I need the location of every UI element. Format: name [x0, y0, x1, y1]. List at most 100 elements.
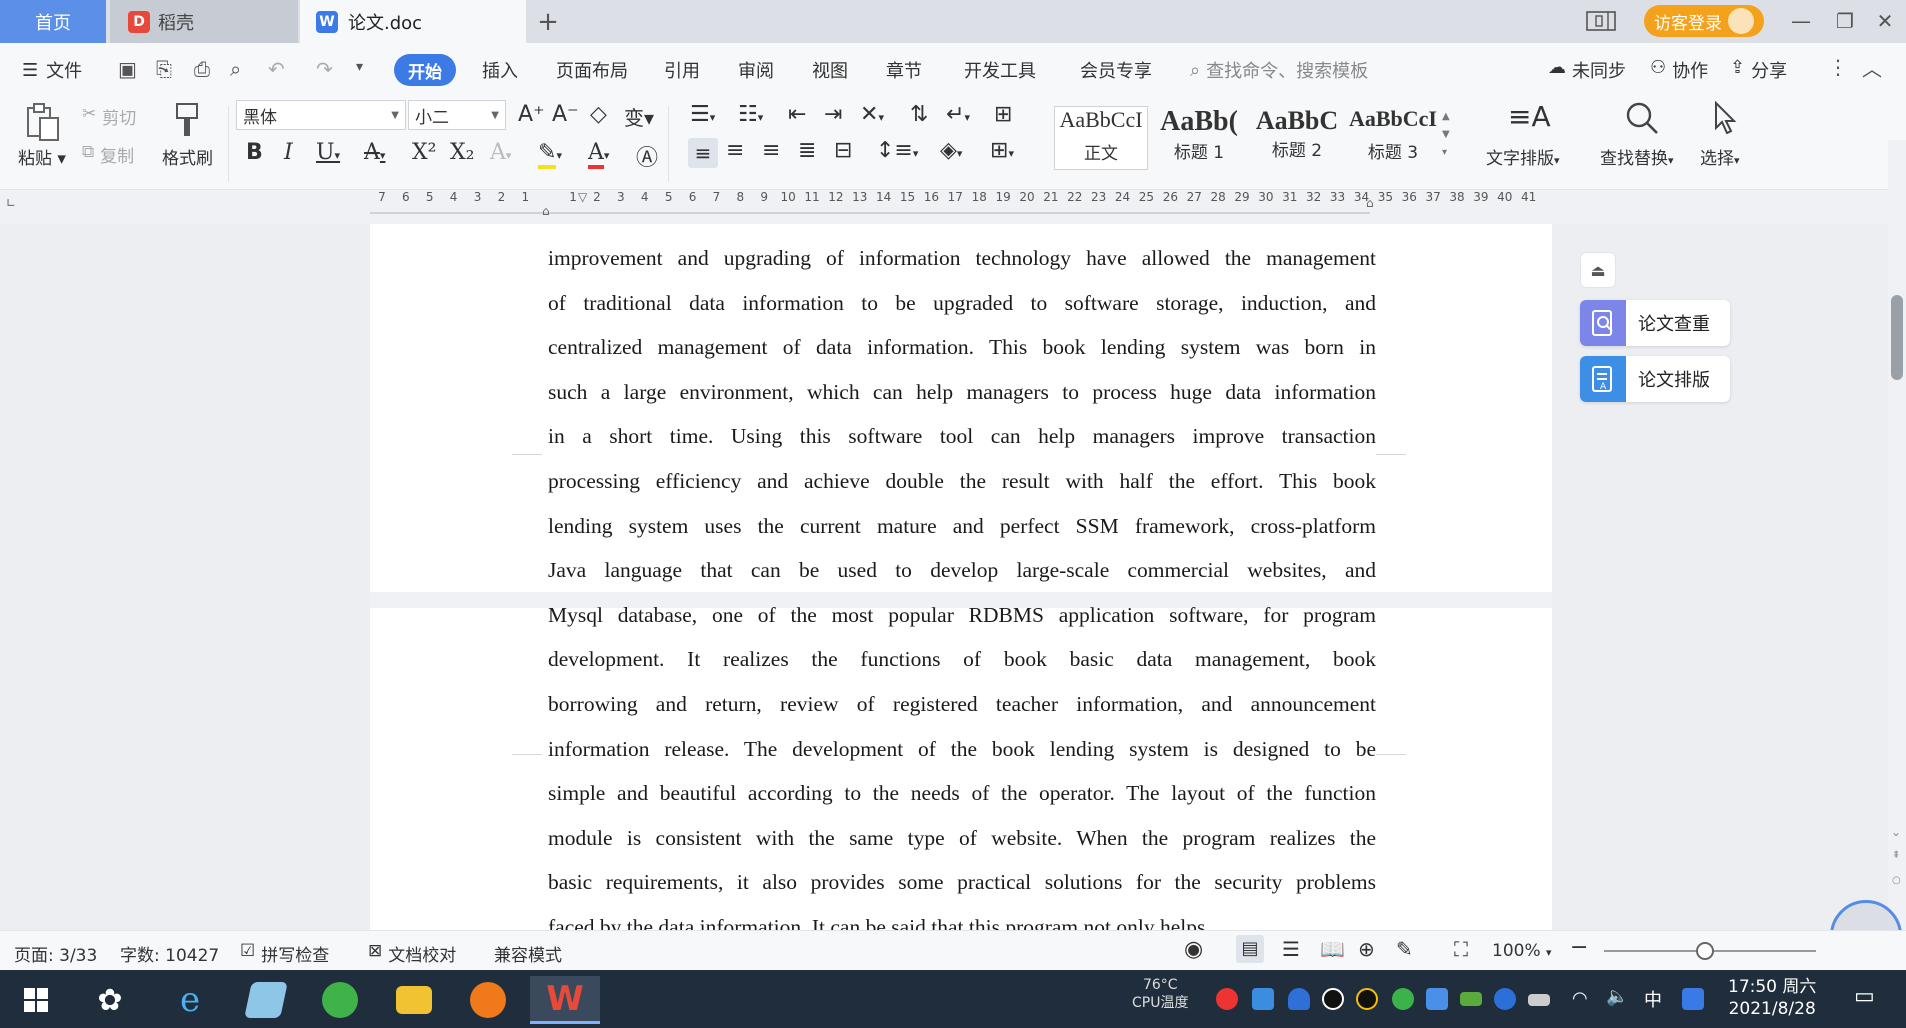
file-explorer-icon[interactable]	[384, 976, 444, 1024]
underline-icon[interactable]: U▾	[316, 140, 340, 165]
document-line[interactable]: faced by the data information. It can be…	[548, 905, 1376, 930]
paper-check-button[interactable]: 论文查重	[1580, 300, 1730, 346]
cursor-icon[interactable]	[1710, 100, 1740, 136]
wps-writer-icon[interactable]: W	[530, 976, 600, 1024]
reading-view-icon[interactable]: 📖	[1320, 937, 1345, 961]
ruler[interactable]: ∟ 7 6 5 4 3 2 1 1 2 3 4 5 6 7 8 9 10 11 12 13 14 15 16 17 18 19 20…	[0, 190, 1906, 224]
document-body-text[interactable]: improvement and upgrading of information…	[548, 236, 1376, 930]
grow-font-icon[interactable]: A⁺	[518, 102, 545, 127]
clear-format-icon[interactable]: ◇	[590, 102, 607, 127]
text-layout-icon[interactable]: ≡A	[1508, 100, 1551, 133]
right-indent-icon[interactable]: ⌂	[1366, 196, 1374, 210]
menu-review[interactable]: 审阅	[738, 57, 774, 83]
sync-status[interactable]: ☁ 未同步	[1548, 57, 1626, 83]
align-center-icon[interactable]: ≡	[726, 138, 744, 163]
tray-red-icon[interactable]	[1216, 988, 1238, 1010]
zoom-slider-handle[interactable]	[1696, 942, 1714, 960]
visitor-login-button[interactable]: 访客登录	[1644, 5, 1764, 37]
styles-scroll-icon[interactable]: ▲ ▼ ▾	[1442, 108, 1450, 162]
numbered-list-icon[interactable]: ☷▾	[738, 102, 763, 127]
shading-icon[interactable]: ◈▾	[940, 138, 962, 163]
tray-shield-icon[interactable]	[1288, 988, 1310, 1010]
find-replace-icon[interactable]	[1624, 100, 1660, 136]
tray-green-icon[interactable]	[1392, 988, 1414, 1010]
menu-start[interactable]: 开始	[394, 54, 456, 86]
command-search[interactable]: ⌕ 查找命令、搜索模板	[1190, 57, 1368, 83]
document-line[interactable]: development. It realizes the functions o…	[548, 637, 1376, 682]
document-line[interactable]: Mysql database, one of the most popular …	[548, 593, 1376, 638]
ie-browser-icon[interactable]: e	[160, 976, 220, 1024]
green-browser-icon[interactable]	[310, 976, 370, 1024]
indent-marker-icon[interactable]: ⌂	[542, 204, 550, 218]
distributed-icon[interactable]: ⊟	[834, 138, 852, 163]
web-view-icon[interactable]: ⊕	[1358, 937, 1375, 961]
style-normal[interactable]: AaBbCcI 正文	[1054, 106, 1148, 170]
save-icon[interactable]: ▣	[118, 57, 137, 81]
document-line[interactable]: in a short time. Using this software too…	[548, 414, 1376, 459]
table-icon[interactable]: ⊞	[994, 102, 1012, 127]
notification-icon[interactable]: ▭	[1854, 984, 1875, 1009]
share-button[interactable]: ⇪ 分享	[1730, 57, 1787, 83]
font-color-icon[interactable]: A▾	[588, 140, 609, 169]
copy-button[interactable]: ⧉ 复制	[82, 142, 134, 167]
orange-app-icon[interactable]	[458, 976, 518, 1024]
menu-member[interactable]: 会员专享	[1080, 57, 1152, 83]
bold-icon[interactable]: B	[246, 140, 263, 165]
document-line[interactable]: Java language that can be used to develo…	[548, 548, 1376, 593]
tab-daoke[interactable]: D 稻壳	[110, 0, 298, 43]
undo-icon[interactable]: ↶	[268, 57, 285, 81]
chinese-layout-icon[interactable]: ✕▾	[860, 102, 884, 127]
fit-page-icon[interactable]: ⛶	[1454, 937, 1468, 961]
tab-home[interactable]: 首页	[0, 0, 106, 43]
file-menu[interactable]: ☰ 文件	[22, 57, 82, 83]
document-line[interactable]: improvement and upgrading of information…	[548, 236, 1376, 281]
write-view-icon[interactable]: ✎	[1396, 937, 1413, 961]
italic-icon[interactable]: I	[284, 140, 293, 165]
border-icon[interactable]: ⊞▾	[990, 138, 1014, 163]
print-icon[interactable]: ⎙	[194, 57, 210, 81]
document-line[interactable]: processing efficiency and achieve double…	[548, 459, 1376, 504]
vertical-scrollbar[interactable]: ⌄ ⇞ ○	[1888, 140, 1906, 930]
restore-icon[interactable]: ❐	[1830, 8, 1860, 34]
text-effect-icon[interactable]: A▾	[490, 140, 511, 165]
ime-indicator[interactable]: 中	[1644, 986, 1662, 1012]
new-tab-button[interactable]: +	[528, 0, 568, 43]
battery-icon[interactable]	[1528, 994, 1550, 1006]
select-button[interactable]: 选择▾	[1700, 144, 1740, 169]
quick-access-dropdown-icon[interactable]: ▾	[356, 59, 363, 75]
tray-update-icon[interactable]	[1252, 988, 1274, 1010]
tray-nvidia-icon[interactable]	[1460, 992, 1482, 1006]
char-border-icon[interactable]: Ⓐ	[636, 140, 658, 172]
word-count[interactable]: 字数: 10427	[120, 941, 219, 966]
collab-button[interactable]: ⚇ 协作	[1650, 57, 1708, 83]
menu-view[interactable]: 视图	[812, 57, 848, 83]
pinwheel-app-icon[interactable]: ✿	[80, 976, 140, 1024]
highlight-icon[interactable]: ✎▾	[538, 140, 562, 169]
eject-panel-icon[interactable]: ⏏	[1580, 252, 1616, 288]
tray-blue-icon[interactable]	[1426, 988, 1448, 1010]
align-right-icon[interactable]: ≡	[762, 138, 780, 163]
more-icon[interactable]: ⋮	[1828, 55, 1848, 79]
paper-layout-button[interactable]: A 论文排版	[1580, 356, 1730, 402]
cpu-temp-widget[interactable]: 76°C CPU温度	[1132, 976, 1188, 1012]
prev-page-icon[interactable]: ⇞	[1892, 850, 1900, 861]
redo-icon[interactable]: ↷	[316, 57, 333, 81]
volume-icon[interactable]: 🔈	[1606, 986, 1628, 1007]
align-left-icon[interactable]: ≡	[688, 138, 718, 168]
scrollbar-thumb[interactable]	[1891, 295, 1903, 380]
export-pdf-icon[interactable]: ⎘	[156, 57, 172, 81]
menu-chapter[interactable]: 章节	[886, 57, 922, 83]
document-line[interactable]: basic requirements, it also provides som…	[548, 860, 1376, 905]
first-line-indent-icon[interactable]: ▽	[578, 190, 587, 204]
paste-label[interactable]: 粘贴 ▾	[18, 144, 66, 169]
shrink-font-icon[interactable]: A⁻	[552, 102, 579, 127]
font-size-select[interactable]: 小二 ▼	[408, 100, 506, 130]
zoom-level[interactable]: 100% ▾	[1492, 941, 1552, 961]
scroll-down-icon[interactable]: ⌄	[1891, 825, 1901, 839]
tab-document[interactable]: W 论文.doc	[300, 0, 526, 43]
document-line[interactable]: lending system uses the current mature a…	[548, 504, 1376, 549]
document-line[interactable]: information release. The development of …	[548, 727, 1376, 772]
minimize-icon[interactable]: —	[1786, 8, 1816, 34]
tab-stop-icon[interactable]: ∟	[6, 196, 16, 210]
notes-app-icon[interactable]	[236, 976, 296, 1024]
